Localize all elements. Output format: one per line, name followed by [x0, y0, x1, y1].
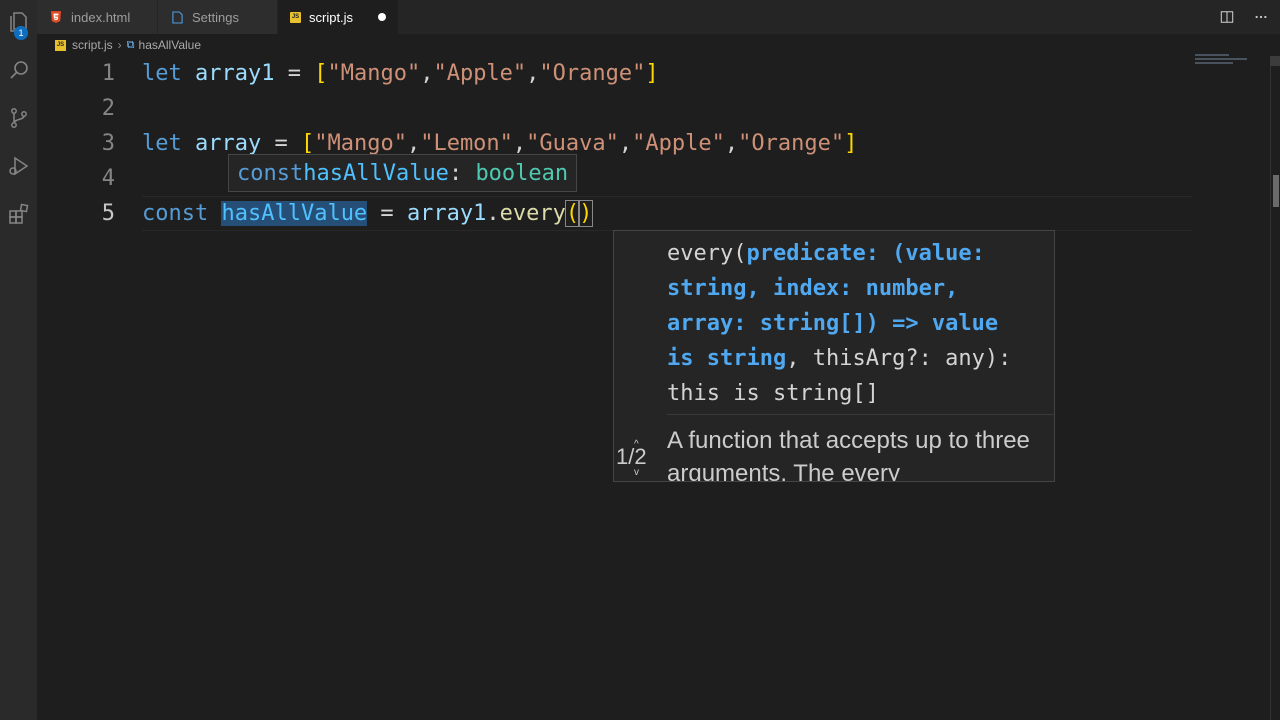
sig-param-active: predicate: (value: [746, 241, 985, 266]
comma: , [512, 131, 527, 156]
bracket: ] [844, 131, 858, 156]
string: "Mango" [314, 131, 407, 156]
sig-rest: , thisArg?: any): [786, 346, 1012, 371]
paren: ) [578, 200, 594, 227]
files-icon[interactable]: 1 [0, 4, 37, 40]
tab-script-js[interactable]: JS script.js [278, 0, 398, 34]
variable: array [195, 131, 262, 156]
hover-tooltip: const hasAllValue: boolean [228, 154, 578, 192]
tab-actions [1218, 0, 1270, 34]
line-number: 4 [101, 166, 115, 191]
keyword: let [142, 131, 182, 156]
string: "Mango" [327, 61, 421, 86]
line-number: 1 [101, 61, 115, 86]
tab-label: script.js [309, 9, 354, 25]
variable: hasAllValue [221, 201, 368, 226]
overload-counter: 1/2 [616, 444, 647, 469]
chevron-right-icon: › [117, 38, 122, 52]
variable-symbol-icon: ⧉ [126, 38, 135, 51]
operator: = [261, 131, 301, 156]
string: "Guava" [526, 131, 619, 156]
signature-help-popup[interactable]: every(predicate: (value: string, index: … [613, 230, 1055, 482]
sig-param-active: string, index: number, [667, 276, 959, 301]
vertical-scrollbar[interactable] [1270, 56, 1280, 720]
divider [667, 414, 1054, 415]
breadcrumb-file[interactable]: script.js [72, 38, 113, 52]
sig-param-active: array: string[]) => value [667, 311, 999, 336]
operator: = [274, 61, 315, 86]
comma: , [724, 131, 739, 156]
split-editor-icon[interactable] [1218, 8, 1236, 26]
sig-param-active: is string [667, 346, 787, 371]
js-file-icon: JS [290, 11, 301, 23]
comma: , [526, 61, 540, 86]
more-actions-icon[interactable] [1252, 8, 1270, 26]
minimap[interactable] [1195, 54, 1255, 74]
scrollbar-slider[interactable] [1270, 56, 1280, 66]
comma: , [420, 61, 434, 86]
tab-settings[interactable]: Settings [158, 0, 277, 34]
explorer-badge: 1 [14, 26, 28, 40]
tab-bar: index.html Settings JS script.js [37, 0, 1280, 34]
extensions-icon[interactable] [0, 196, 37, 232]
tab-index-html[interactable]: index.html [37, 0, 157, 34]
breadcrumb-symbol[interactable]: hasAllValue [139, 38, 201, 52]
html-file-icon [49, 10, 63, 24]
variable: array1 [195, 61, 275, 86]
sig-fn: every( [667, 241, 747, 266]
hover-keyword: const [237, 160, 304, 186]
hover-type: boolean [475, 160, 569, 186]
bracket: [ [314, 61, 328, 86]
source-control-icon[interactable] [0, 100, 37, 136]
string: "Orange" [539, 61, 646, 86]
paren: ( [564, 200, 581, 227]
signature-doc: A function that accepts up to three argu… [667, 427, 1030, 482]
object: array1 [406, 201, 487, 226]
comma: , [618, 131, 633, 156]
string: "Lemon" [420, 131, 513, 156]
bracket: ] [645, 61, 659, 86]
hover-colon: : [448, 160, 476, 186]
signature-code: every(predicate: (value: string, index: … [667, 236, 1047, 411]
comma: , [406, 131, 421, 156]
unsaved-dot-icon[interactable] [378, 13, 386, 21]
tab-label: index.html [71, 9, 131, 25]
dot: . [486, 201, 500, 226]
js-file-icon: JS [55, 39, 66, 51]
chevron-down-icon[interactable]: v [634, 467, 639, 478]
activity-bar: 1 [0, 0, 37, 720]
sig-return: this is string[] [667, 381, 879, 406]
keyword: let [142, 61, 182, 86]
breadcrumb: JS script.js › ⧉ hasAllValue [37, 34, 1280, 56]
line-number: 2 [101, 96, 115, 121]
scrollbar-cursor-marker [1273, 175, 1279, 207]
line-number: 3 [101, 131, 115, 156]
hover-name: hasAllValue [303, 160, 449, 186]
string: "Apple" [433, 61, 527, 86]
tab-label: Settings [192, 9, 239, 25]
operator: = [367, 201, 407, 226]
bracket: [ [300, 131, 315, 156]
code-line-1[interactable]: let array1 = ["Mango","Apple","Orange"] [142, 56, 659, 91]
keyword: const [142, 201, 209, 226]
line-number: 5 [101, 201, 115, 226]
method: every [499, 201, 566, 226]
settings-file-icon [170, 10, 184, 24]
string: "Apple" [632, 131, 725, 156]
search-icon[interactable] [0, 52, 37, 88]
string: "Orange" [738, 131, 845, 156]
code-line-5[interactable]: const hasAllValue = array1.every() [142, 196, 594, 231]
run-debug-icon[interactable] [0, 148, 37, 184]
